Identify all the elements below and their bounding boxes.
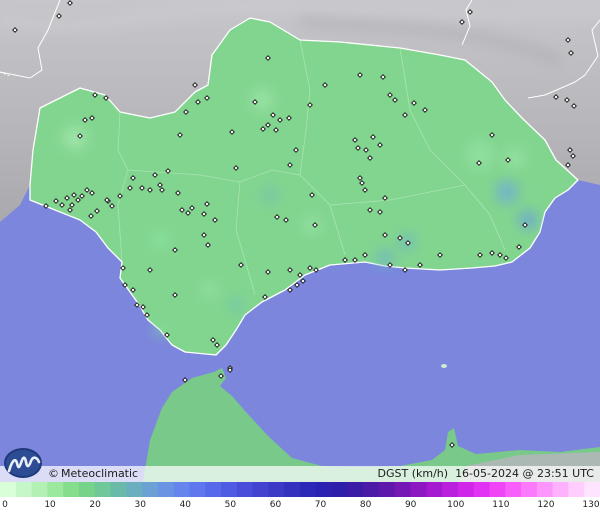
scale-swatch bbox=[142, 482, 159, 497]
scale-swatch bbox=[584, 482, 600, 497]
scale-swatch bbox=[505, 482, 522, 497]
scale-swatch bbox=[236, 482, 254, 497]
parameter-datetime: 16-05-2024 @ 23:51 UTC bbox=[455, 467, 594, 480]
wind-gust-map bbox=[0, 0, 600, 482]
scale-swatch bbox=[521, 482, 538, 497]
scale-swatch bbox=[221, 482, 238, 497]
scale-swatch bbox=[63, 482, 80, 497]
parameter-label: DGST (km/h) 16-05-2024 @ 23:51 UTC bbox=[378, 467, 594, 480]
brand-name: Meteoclimatic bbox=[61, 467, 139, 480]
scale-swatch bbox=[457, 482, 475, 497]
scale-swatch bbox=[284, 482, 301, 497]
scale-swatch bbox=[126, 482, 143, 497]
scale-tick-label: 60 bbox=[269, 500, 282, 510]
island bbox=[441, 364, 447, 368]
scale-tick-label: 100 bbox=[447, 500, 465, 510]
scale-swatch bbox=[473, 482, 490, 497]
scale-swatch bbox=[31, 482, 48, 497]
brand-label: © Meteoclimatic bbox=[48, 467, 138, 480]
scale-swatch bbox=[568, 482, 585, 497]
scale-swatch bbox=[0, 482, 17, 497]
scale-swatch bbox=[15, 482, 33, 497]
scale-tick-label: 70 bbox=[314, 500, 327, 510]
scale-swatch bbox=[363, 482, 380, 497]
scale-swatch bbox=[110, 482, 127, 497]
scale-tick-label: 80 bbox=[359, 500, 372, 510]
scale-tick-label: 40 bbox=[179, 500, 192, 510]
scale-swatch bbox=[205, 482, 222, 497]
scale-swatch bbox=[300, 482, 317, 497]
scale-swatch bbox=[157, 482, 175, 497]
scale-swatch bbox=[442, 482, 459, 497]
color-scale-bar bbox=[0, 482, 600, 497]
scale-tick-label: 20 bbox=[89, 500, 101, 510]
scale-tick-label: 0 bbox=[2, 500, 8, 510]
scale-swatch bbox=[426, 482, 443, 497]
scale-swatch bbox=[252, 482, 269, 497]
scale-tick-label: 10 bbox=[44, 500, 56, 510]
meteoclimatic-logo-icon bbox=[4, 448, 42, 478]
scale-swatch bbox=[552, 482, 569, 497]
scale-swatch bbox=[94, 482, 112, 497]
parameter-name: DGST (km/h) bbox=[377, 467, 449, 480]
scale-tick-label: 120 bbox=[537, 500, 555, 510]
scale-swatch bbox=[536, 482, 554, 497]
scale-tick-label: 50 bbox=[224, 500, 237, 510]
scale-swatch bbox=[173, 482, 190, 497]
scale-swatch bbox=[347, 482, 364, 497]
scale-swatch bbox=[331, 482, 348, 497]
scale-tick-label: 90 bbox=[404, 500, 417, 510]
scale-swatch bbox=[489, 482, 506, 497]
scale-tick-label: 130 bbox=[582, 500, 600, 510]
scale-swatch bbox=[378, 482, 396, 497]
scale-tick-label: 30 bbox=[134, 500, 146, 510]
scale-swatch bbox=[315, 482, 333, 497]
map-container: © Meteoclimatic DGST (km/h) 16-05-2024 @ … bbox=[0, 0, 600, 517]
copyright-symbol: © bbox=[48, 467, 59, 480]
scale-swatch bbox=[189, 482, 206, 497]
scale-swatch bbox=[78, 482, 96, 497]
scale-swatch bbox=[410, 482, 427, 497]
scale-swatch bbox=[394, 482, 412, 497]
scale-swatch bbox=[268, 482, 285, 497]
scale-tick-label: 110 bbox=[492, 500, 510, 510]
color-scale: 0 10 20 30 40 50 60 70 80 90 100 110 120 130 bbox=[0, 482, 600, 517]
scale-swatch bbox=[47, 482, 64, 497]
